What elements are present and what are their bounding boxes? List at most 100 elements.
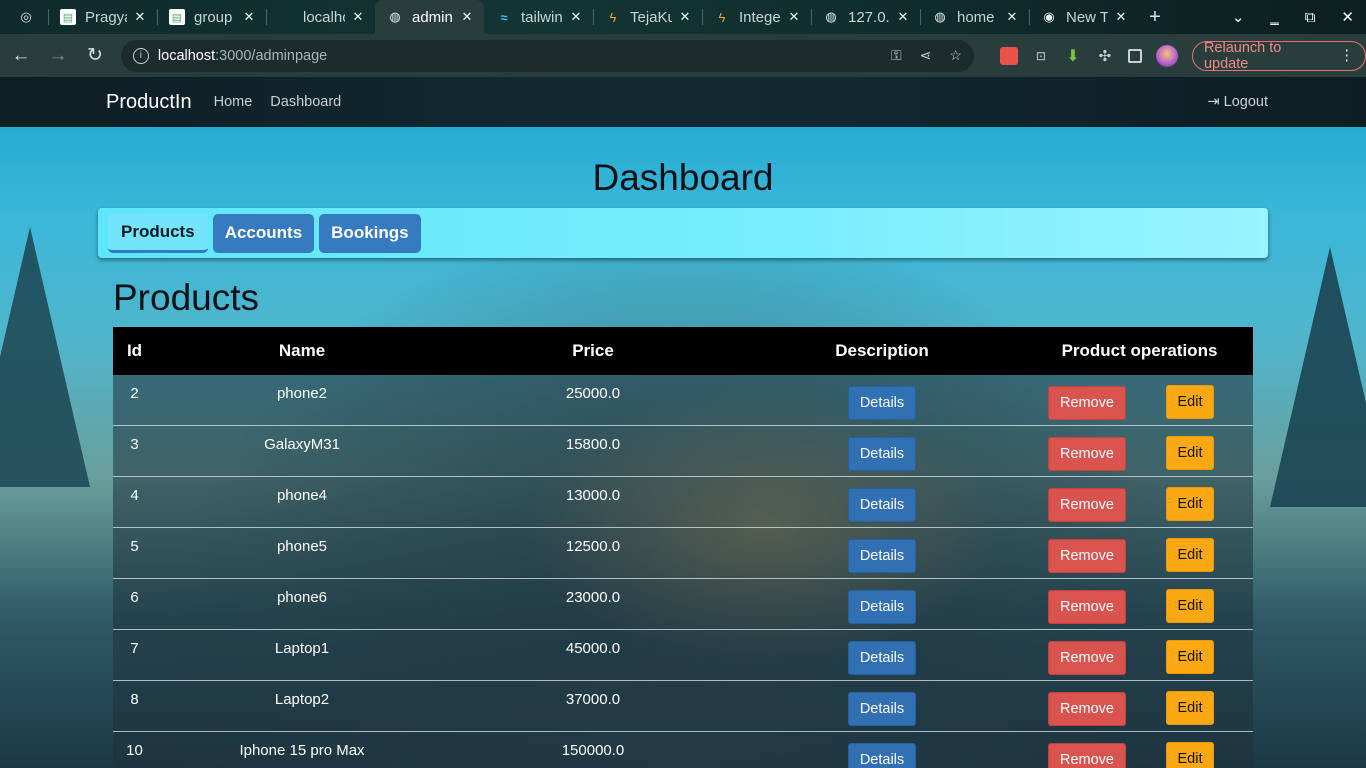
table-row: 5 phone5 12500.0 Details Remove Edit — [113, 528, 1253, 579]
back-icon[interactable]: ← — [5, 40, 37, 72]
logout-link[interactable]: ⇥ Logout — [1207, 94, 1268, 110]
browser-tab[interactable]: ϟ TejaKu ✕ — [593, 0, 702, 34]
tailwind-icon: ≈ — [500, 9, 508, 25]
details-button[interactable]: Details — [848, 437, 916, 471]
tab-bookings[interactable]: Bookings — [319, 213, 421, 253]
tab-search-icon[interactable]: ⌄ — [1232, 8, 1245, 26]
background-tree — [1270, 247, 1366, 507]
column-header-operations: Product operations — [1061, 341, 1218, 360]
edit-button[interactable]: Edit — [1166, 640, 1214, 674]
cell-operations: Remove Edit — [1026, 630, 1253, 680]
tab-title: Pragya — [85, 8, 127, 26]
cell-operations: Remove Edit — [1026, 426, 1253, 476]
close-icon[interactable]: ✕ — [133, 9, 147, 25]
close-window-icon[interactable]: ✕ — [1341, 8, 1354, 26]
edit-button[interactable]: Edit — [1166, 436, 1214, 470]
remove-button[interactable]: Remove — [1048, 488, 1126, 522]
reload-icon[interactable]: ↻ — [79, 40, 111, 72]
download-extension-icon[interactable]: ⬇ — [1064, 47, 1082, 65]
close-icon[interactable]: ✕ — [896, 9, 910, 25]
share-icon[interactable]: ⋖ — [920, 47, 932, 64]
browser-tab[interactable]: ▤ group ✕ — [157, 0, 266, 34]
edit-button[interactable]: Edit — [1166, 487, 1214, 521]
table-body: 2 phone2 25000.0 Details Remove Edit 3 GalaxyM3… — [113, 375, 1253, 768]
new-tab-icon[interactable]: + — [1138, 6, 1172, 29]
edit-button[interactable]: Edit — [1166, 742, 1214, 768]
cell-description: Details — [738, 528, 1026, 578]
relaunch-button[interactable]: Relaunch to update ⋮ — [1191, 40, 1366, 72]
close-icon[interactable]: ✕ — [1114, 9, 1128, 25]
page-viewport: ProductIn Home Dashboard ⇥ Logout Dashbo… — [0, 77, 1366, 768]
browser-tab[interactable]: ◎ — [0, 0, 48, 34]
address-bar[interactable]: i localhost:3000/adminpage ⚿ ⋖ ☆ — [120, 39, 974, 72]
details-button[interactable]: Details — [848, 692, 916, 726]
remove-button[interactable]: Remove — [1048, 386, 1126, 420]
key-icon[interactable]: ⚿ — [891, 47, 902, 64]
forward-icon[interactable]: → — [42, 40, 74, 72]
cell-description: Details — [738, 630, 1026, 680]
close-icon[interactable]: ✕ — [242, 9, 256, 25]
doc-icon: ▤ — [60, 9, 76, 25]
edit-button[interactable]: Edit — [1166, 385, 1214, 419]
remove-button[interactable]: Remove — [1048, 590, 1126, 624]
cell-name: Laptop2 — [274, 691, 330, 708]
cell-id: 4 — [130, 487, 139, 504]
puzzle-icon[interactable]: ✣ — [1096, 47, 1114, 65]
site-info-icon[interactable]: i — [132, 47, 149, 64]
cell-price: 25000.0 — [565, 385, 621, 402]
close-icon[interactable]: ✕ — [787, 9, 801, 25]
details-button[interactable]: Details — [848, 386, 916, 420]
browser-toolbar: ← → ↻ i localhost:3000/adminpage ⚿ ⋖ ☆ ⊡… — [0, 34, 1366, 77]
cell-id: 7 — [130, 640, 139, 657]
side-panel-icon[interactable] — [1127, 48, 1142, 63]
browser-tab-active[interactable]: ◍ admin ✕ — [375, 0, 484, 34]
details-button[interactable]: Details — [848, 488, 916, 522]
remove-button[interactable]: Remove — [1048, 539, 1126, 573]
browser-tab[interactable]: ≈ tailwin ✕ — [484, 0, 593, 34]
close-icon[interactable]: ✕ — [678, 9, 692, 25]
edit-button[interactable]: Edit — [1166, 589, 1214, 623]
spring-icon: ϟ — [718, 9, 726, 25]
tab-accounts[interactable]: Accounts — [212, 213, 315, 253]
cell-name: phone4 — [276, 487, 328, 504]
tab-title: home — [957, 8, 995, 26]
nav-link-dashboard[interactable]: Dashboard — [270, 94, 341, 110]
minimize-icon[interactable]: ‗ — [1270, 9, 1278, 26]
details-button[interactable]: Details — [848, 641, 916, 675]
details-button[interactable]: Details — [848, 590, 916, 624]
browser-tab[interactable]: ◍ home ✕ — [920, 0, 1029, 34]
close-icon[interactable]: ✕ — [1005, 9, 1019, 25]
browser-tab[interactable]: localho ✕ — [266, 0, 375, 34]
edit-button[interactable]: Edit — [1166, 538, 1214, 572]
top-navbar: ProductIn Home Dashboard ⇥ Logout — [0, 77, 1366, 127]
restore-icon[interactable]: ⧉ — [1305, 9, 1316, 26]
tab-products[interactable]: Products — [108, 213, 208, 253]
spring-icon: ϟ — [609, 9, 617, 25]
details-button[interactable]: Details — [848, 743, 916, 768]
blank-icon — [278, 9, 294, 25]
cell-description: Details — [738, 732, 1026, 768]
remove-button[interactable]: Remove — [1048, 641, 1126, 675]
remove-button[interactable]: Remove — [1048, 437, 1126, 471]
close-icon[interactable]: ✕ — [460, 9, 474, 25]
browser-tab[interactable]: ◍ 127.0.0 ✕ — [811, 0, 920, 34]
avatar[interactable] — [1155, 44, 1178, 67]
recorder-icon[interactable]: ⊡ — [1032, 47, 1050, 65]
bookmark-star-icon[interactable]: ☆ — [949, 47, 962, 64]
nav-link-home[interactable]: Home — [214, 94, 253, 110]
edit-button[interactable]: Edit — [1166, 691, 1214, 725]
brand-logo[interactable]: ProductIn — [106, 91, 192, 114]
details-button[interactable]: Details — [848, 539, 916, 573]
remove-button[interactable]: Remove — [1048, 743, 1126, 768]
cell-name: Iphone 15 pro Max — [239, 742, 365, 759]
more-menu-icon[interactable]: ⋮ — [1340, 48, 1355, 64]
cell-price: 45000.0 — [565, 640, 621, 657]
close-icon[interactable]: ✕ — [351, 9, 365, 25]
close-icon[interactable]: ✕ — [569, 9, 583, 25]
tab-title: localho — [303, 8, 345, 26]
browser-tab[interactable]: ▤ Pragya ✕ — [48, 0, 157, 34]
browser-tab[interactable]: ◉ New T ✕ — [1029, 0, 1138, 34]
remove-button[interactable]: Remove — [1048, 692, 1126, 726]
browser-tab[interactable]: ϟ Intege ✕ — [702, 0, 811, 34]
extension-icon[interactable] — [999, 46, 1018, 65]
